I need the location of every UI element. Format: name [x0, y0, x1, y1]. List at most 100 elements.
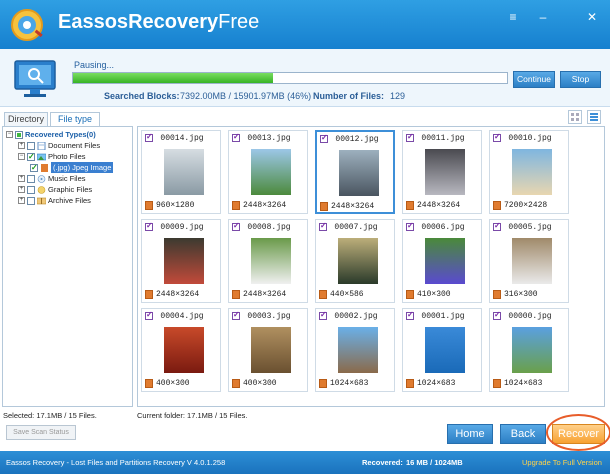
expand-icon[interactable]: + [18, 197, 25, 204]
file-resolution: 1024×683 [417, 379, 456, 388]
tab-directory[interactable]: Directory [4, 112, 48, 126]
app-title-brand: Eassos [58, 11, 129, 33]
file-count-value: 129 [390, 91, 406, 101]
jpeg-file-icon [145, 290, 153, 299]
file-card[interactable]: 00013.jpg 2448×3264 [228, 130, 308, 214]
jpeg-file-icon [145, 201, 153, 210]
expand-icon[interactable]: + [18, 175, 25, 182]
file-resolution: 2448×3264 [243, 201, 287, 210]
music-checkbox[interactable] [27, 174, 35, 183]
root-checkbox[interactable] [15, 130, 23, 139]
tree-item-root[interactable]: − Recovered Types(0) [6, 129, 96, 140]
file-card[interactable]: 00002.jpg 1024×683 [315, 308, 395, 392]
home-button[interactable]: Home [447, 424, 493, 444]
menu-icon[interactable]: ≡ [504, 9, 522, 25]
photo-checkbox[interactable] [27, 151, 35, 162]
graphic-checkbox[interactable] [27, 185, 35, 194]
jpeg-file-icon [145, 379, 153, 388]
file-resolution: 400×300 [243, 379, 277, 388]
close-icon[interactable]: ✕ [583, 9, 601, 25]
expand-icon[interactable]: + [18, 142, 25, 149]
back-button[interactable]: Back [500, 424, 546, 444]
tree-label-archive: Archive Files [48, 196, 91, 205]
save-scan-status-button[interactable]: Save Scan Status [6, 425, 76, 440]
file-name: 00012.jpg [335, 135, 379, 144]
monitor-icon [14, 60, 56, 97]
tree-item-archive[interactable]: + Archive Files [18, 195, 91, 206]
file-thumbnail [512, 238, 552, 284]
list-view-icon[interactable] [587, 110, 601, 124]
archive-icon [37, 197, 46, 204]
file-card[interactable]: 00006.jpg 410×300 [402, 219, 482, 303]
file-thumbnail [251, 149, 291, 195]
app-title-product: Recovery [128, 11, 219, 33]
file-thumbnail-grid: 00014.jpg960×1280 00013.jpg 2448×3264 00012… [137, 126, 605, 407]
archive-checkbox[interactable] [27, 196, 35, 205]
selected-summary: Selected: 17.1MB / 15 Files. [3, 411, 97, 420]
file-thumbnail [425, 149, 465, 195]
product-version-text: Eassos Recovery - Lost Files and Partiti… [6, 458, 226, 467]
collapse-icon[interactable]: − [6, 131, 13, 138]
upgrade-link[interactable]: Upgrade To Full Version [522, 458, 602, 467]
file-name: 00001.jpg [421, 312, 465, 321]
file-name: 00008.jpg [247, 223, 291, 232]
scan-progress-fill [73, 73, 273, 83]
continue-button[interactable]: Continue [513, 71, 555, 88]
tree-item-jpeg[interactable]: (.jpg) Jpeg Image [30, 162, 114, 173]
file-card[interactable]: 00010.jpg 7200×2428 [489, 130, 569, 214]
file-resolution: 440×586 [330, 290, 364, 299]
file-card[interactable]: 00008.jpg 2448×3264 [228, 219, 308, 303]
file-thumbnail [164, 327, 204, 373]
file-resolution: 960×1280 [156, 201, 195, 210]
tree-item-music[interactable]: + Music Files [18, 173, 86, 184]
file-card[interactable]: 00012.jpg 2448×3264 [315, 130, 395, 214]
file-card[interactable]: 00011.jpg 2448×3264 [402, 130, 482, 214]
file-thumbnail [251, 238, 291, 284]
jpeg-file-icon [406, 201, 414, 210]
expand-icon[interactable]: + [18, 186, 25, 193]
file-card[interactable]: 00001.jpg 1024×683 [402, 308, 482, 392]
tab-file-type[interactable]: File type [50, 112, 100, 126]
file-card[interactable]: 00003.jpg 400×300 [228, 308, 308, 392]
file-resolution: 2448×3264 [156, 290, 200, 299]
tree-label-photo: Photo Files [48, 152, 86, 161]
file-card[interactable]: 00000.jpg 1024×683 [489, 308, 569, 392]
stop-button[interactable]: Stop [560, 71, 601, 88]
file-card[interactable]: 00007.jpg 440×586 [315, 219, 395, 303]
file-resolution: 400×300 [156, 379, 190, 388]
file-type-tree: − Recovered Types(0) + Document Files − … [2, 126, 133, 407]
grid-view-icon[interactable] [568, 110, 582, 124]
status-bar: Eassos Recovery - Lost Files and Partiti… [0, 451, 610, 474]
file-thumbnail [339, 150, 379, 196]
file-name: 00013.jpg [247, 134, 291, 143]
app-title: EassosRecoveryFree [58, 11, 259, 34]
searched-blocks-label: Searched Blocks: [104, 91, 180, 101]
jpeg-file-icon [232, 379, 240, 388]
jpeg-file-icon [493, 290, 501, 299]
file-count-label: Number of Files: [313, 91, 385, 101]
file-thumbnail [338, 238, 378, 284]
tree-item-graphic[interactable]: + Graphic Files [18, 184, 92, 195]
graphic-icon [37, 185, 46, 194]
file-card[interactable]: 00004.jpg 400×300 [141, 308, 221, 392]
searched-blocks-value: 7392.00MB / 15901.97MB (46%) [180, 91, 312, 101]
document-icon [37, 141, 46, 150]
file-thumbnail [425, 238, 465, 284]
file-card[interactable]: 00009.jpg 2448×3264 [141, 219, 221, 303]
file-card[interactable]: 00014.jpg 960×1280 [141, 130, 221, 214]
file-name: 00009.jpg [160, 223, 204, 232]
file-resolution: 7200×2428 [504, 201, 548, 210]
jpeg-file-icon [319, 290, 327, 299]
file-thumbnail [164, 238, 204, 284]
collapse-icon[interactable]: − [18, 153, 25, 160]
file-name: 00003.jpg [247, 312, 291, 321]
jpeg-file-icon [232, 290, 240, 299]
jpeg-checkbox[interactable] [30, 162, 38, 173]
minimize-icon[interactable]: – [534, 9, 552, 25]
file-card[interactable]: 00005.jpg 316×300 [489, 219, 569, 303]
jpeg-file-icon [232, 201, 240, 210]
document-checkbox[interactable] [27, 141, 35, 150]
tree-item-photo[interactable]: − Photo Files [18, 151, 86, 162]
tree-item-document[interactable]: + Document Files [18, 140, 100, 151]
tree-label-document: Document Files [48, 141, 101, 150]
